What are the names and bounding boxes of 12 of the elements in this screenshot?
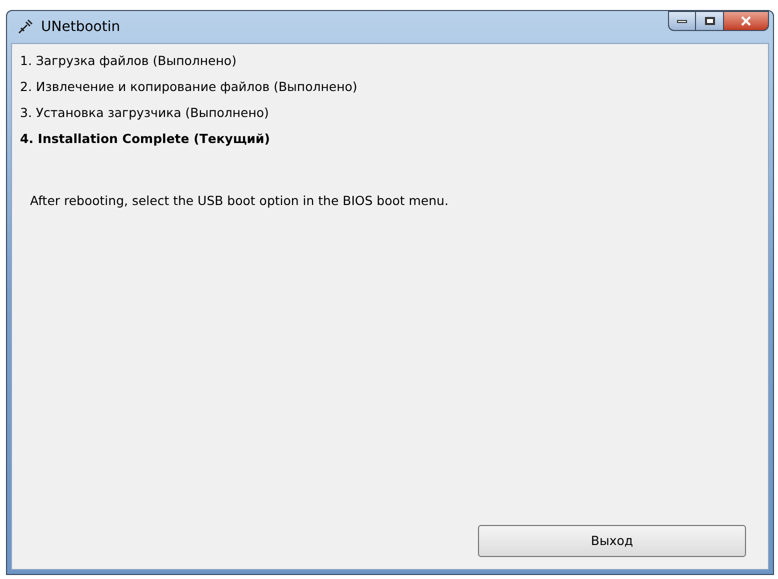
minimize-button[interactable] [668,11,696,31]
step-label: 1. Загрузка файлов (Выполнено) [20,52,238,70]
step-label: 2. Извлечение и копирование файлов (Выполнено) [20,78,358,96]
close-button[interactable] [723,11,769,31]
window-title: UNetbootin [41,18,120,36]
exit-button[interactable]: Выход [478,525,746,557]
message-text: After rebooting, select the USB boot option in the BIOS boot menu. [30,192,450,210]
wand-icon [17,19,33,35]
step-label: 3. Установка загрузчика (Выполнено) [20,104,270,122]
close-icon [741,16,751,26]
step-label: 4. Installation Complete (Текущий) [20,130,271,148]
maximize-button[interactable] [696,11,723,31]
